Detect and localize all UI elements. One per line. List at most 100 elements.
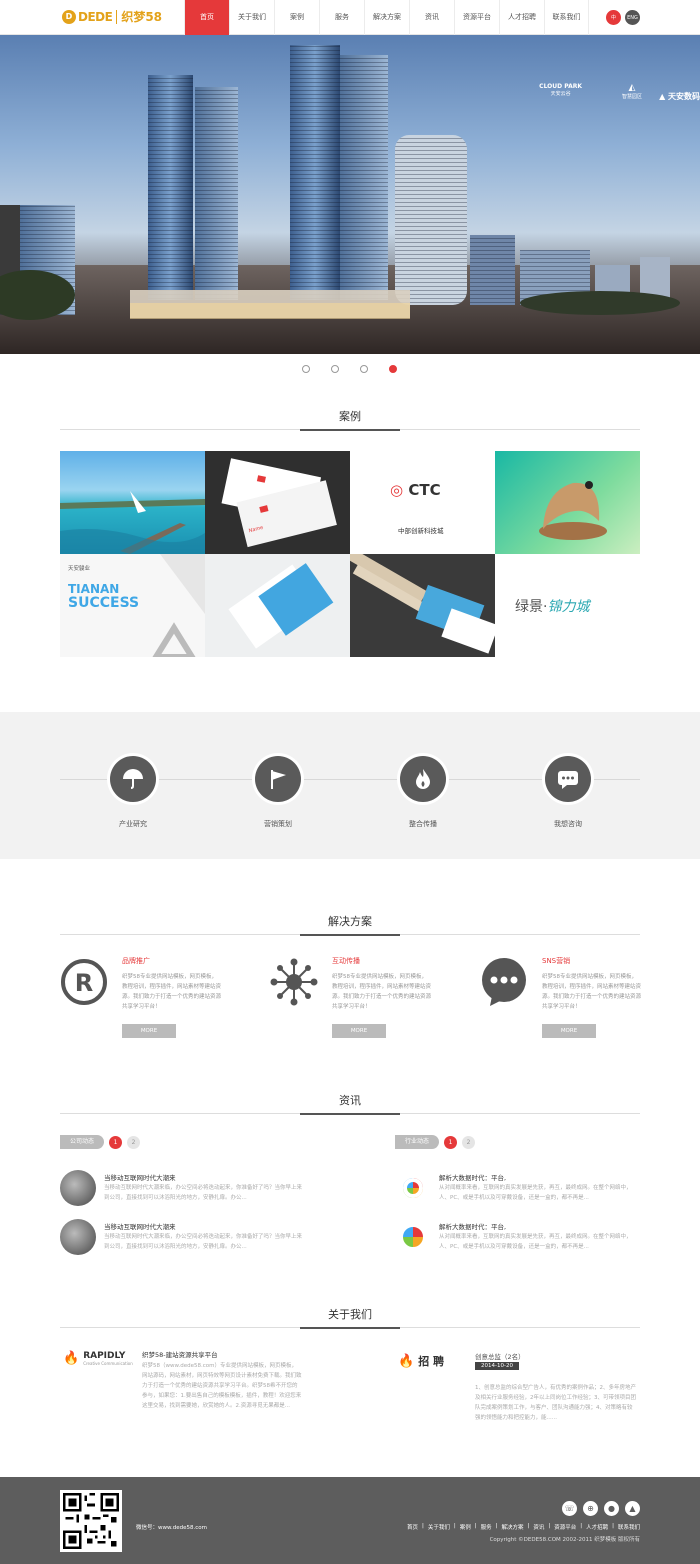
hero-banner[interactable]: CLOUD PARK 天安云谷 ◭ 智慧园区 ▲ 天安数码 (0, 35, 700, 354)
title-underline (300, 934, 400, 936)
page-2-button[interactable]: 2 (127, 1135, 141, 1149)
solutions-section-title: 解决方案 (60, 913, 640, 936)
lvjing-accent: 锦力城 (547, 599, 590, 615)
case-tile-ctc[interactable]: ◎ CTC 中部创新科技城 (350, 451, 495, 554)
job-title[interactable]: 创意总监（2名） (475, 1351, 525, 1361)
case-tile-lvjing[interactable]: 绿景·锦力城 (495, 554, 640, 657)
alibaba-icon[interactable]: ▲ (625, 1501, 640, 1516)
case-tile-cloud-cards[interactable] (205, 554, 350, 657)
logo-divider (116, 9, 118, 24)
slide-dot-3[interactable] (360, 365, 368, 373)
service-label: 整合传播 (409, 820, 437, 828)
nav-resources[interactable]: 资源平台 (454, 0, 499, 35)
news-item[interactable]: 解析大数据时代：平台, 从对闻概率来看，互联网的真实发展是先获，再互，最终成网。… (395, 1170, 655, 1210)
news-item[interactable]: 当移动互联网时代大潮来 当移动互联网时代大潮来临，办公空间必将迭动起来，你准备好… (60, 1170, 320, 1210)
news-thumbnail (395, 1170, 431, 1206)
service-marketing[interactable]: 营销策划 (238, 756, 318, 829)
page-2-button[interactable]: 2 (462, 1135, 476, 1149)
solution-title: 互动传播 (332, 957, 360, 965)
lang-zh-button[interactable]: 中 (606, 10, 621, 25)
solution-more-button[interactable]: MORE (332, 1024, 386, 1038)
tianan-triangle (152, 554, 205, 657)
footer-link-home[interactable]: 首页 (407, 1523, 418, 1531)
qq-icon[interactable]: ● (604, 1501, 619, 1516)
footer-link-jobs[interactable]: 人才招聘 (586, 1523, 608, 1531)
news-item[interactable]: 解析大数据时代：平台, 从对闻概率来看，互联网的真实发展是先获，再互，最终成网。… (395, 1219, 655, 1259)
solution-brand: R 品牌推广 织梦58专业提供网站模板，网页模板，教程培训，程序插件，网站素材等… (60, 956, 250, 1046)
nav-contact[interactable]: 联系我们 (544, 0, 589, 35)
case-tile-pier[interactable] (60, 451, 205, 554)
footer-link-about[interactable]: 关于我们 (428, 1523, 450, 1531)
ctc-logo: ◎ CTC (390, 481, 441, 499)
slide-dot-2[interactable] (331, 365, 339, 373)
nav-cases[interactable]: 案例 (274, 0, 319, 35)
svg-text:R: R (75, 969, 93, 997)
flag-icon (255, 756, 301, 802)
footer-link-contact[interactable]: 联系我们 (618, 1523, 640, 1531)
news-title[interactable]: 当移动互联网时代大潮来 (104, 1172, 176, 1182)
nav-home[interactable]: 首页 (184, 0, 229, 35)
page-1-button[interactable]: 1 (109, 1135, 123, 1149)
slide-dot-1[interactable] (302, 365, 310, 373)
solution-more-button[interactable]: MORE (542, 1024, 596, 1038)
about-title-text: 关于我们 (328, 1308, 372, 1321)
ctc-name: 中部创新科技城 (398, 527, 444, 535)
footer-link-resources[interactable]: 资源平台 (554, 1523, 576, 1531)
separator: | (612, 1523, 614, 1529)
solution-desc: 织梦58专业提供网站模板，网页模板，教程培训，程序插件，网站素材等建站资源。我们… (122, 974, 222, 1010)
about-company: 🔥 RAPIDLY Creative Communication 织梦58-建站… (60, 1347, 310, 1427)
case-tile-business-card[interactable]: Name (205, 451, 350, 554)
news-title[interactable]: 当移动互联网时代大潮来 (104, 1221, 176, 1231)
nav-jobs[interactable]: 人才招聘 (499, 0, 544, 35)
news-thumbnail (60, 1170, 96, 1206)
footer-link-cases[interactable]: 案例 (460, 1523, 471, 1531)
nav-solutions[interactable]: 解决方案 (364, 0, 409, 35)
separator: | (474, 1523, 477, 1529)
news-title[interactable]: 解析大数据时代：平台, (439, 1221, 506, 1231)
case-tile-tianan[interactable]: 天安骏业 TIANAN SUCCESS (60, 554, 205, 657)
nav-news[interactable]: 资讯 (409, 0, 454, 35)
news-title[interactable]: 解析大数据时代：平台, (439, 1172, 506, 1182)
recruit-logo: 🔥 招 聘 (398, 1353, 444, 1369)
slide-dot-4[interactable] (389, 365, 397, 373)
company-news-tab[interactable]: 公司动态 (60, 1135, 105, 1149)
service-consult[interactable]: 我想咨询 (528, 756, 608, 829)
weibo-icon[interactable]: ⊕ (583, 1501, 598, 1516)
ctc-logo-text: CTC (408, 481, 441, 499)
nav-about[interactable]: 关于我们 (229, 0, 274, 35)
service-label: 我想咨询 (554, 820, 582, 828)
industry-news-tab[interactable]: 行业动态 (395, 1135, 440, 1149)
rapidly-tagline: Creative Communication (83, 1361, 133, 1366)
footer-link-news[interactable]: 资讯 (533, 1523, 544, 1531)
solution-more-button[interactable]: MORE (122, 1024, 176, 1038)
about-section-title: 关于我们 (60, 1306, 640, 1329)
industry-news-header: 行业动态 1 2 (395, 1134, 476, 1150)
footer-nav: 首页 | 关于我们 | 案例 | 服务 | 解决方案 | 资讯 | 资源平台 |… (407, 1523, 640, 1531)
lang-en-button[interactable]: ENG (625, 10, 640, 25)
news-item[interactable]: 当移动互联网时代大潮来 当移动互联网时代大潮来临，办公空间必将迭动起来，你准备好… (60, 1219, 320, 1259)
tianan-brand: 天安数码 (668, 92, 700, 101)
cases-grid: Name ◎ CTC 中部创新科技城 天安骏业 TIANAN SUCCESS 绿… (60, 451, 640, 657)
about-recruit: 🔥 招 聘 创意总监（2名） 2014-10-20 1、创意总监的综合型广告人，… (395, 1347, 640, 1427)
phone-icon[interactable]: ☏ (562, 1501, 577, 1516)
nav-services[interactable]: 服务 (319, 0, 364, 35)
separator: | (495, 1523, 498, 1529)
service-communication[interactable]: 整合传播 (383, 756, 463, 829)
service-research[interactable]: 产业研究 (93, 756, 173, 829)
footer-link-solutions[interactable]: 解决方案 (501, 1523, 523, 1531)
news-section-title: 资讯 (60, 1092, 640, 1115)
site-logo[interactable]: D DEDE 织梦58 (62, 8, 162, 25)
title-underline (300, 1113, 400, 1115)
footer-link-services[interactable]: 服务 (481, 1523, 492, 1531)
page-1-button[interactable]: 1 (444, 1135, 458, 1149)
smartpark-mark: ◭ (628, 83, 636, 93)
news-desc: 当移动互联网时代大潮来临，办公空间必将迭动起来，你准备好了吗？当你早上来到公司，… (104, 1234, 303, 1250)
social-links: ☏ ⊕ ● ▲ (562, 1501, 640, 1516)
about-heading[interactable]: 织梦58-建站资源共享平台 (142, 1349, 218, 1359)
title-underline (300, 429, 400, 431)
about-desc: 织梦58（www.dede58.com）专业提供网站模板，网页模板，网站源码，网… (142, 1363, 302, 1409)
solution-title: 品牌推广 (122, 957, 150, 965)
case-tile-stationery[interactable] (350, 554, 495, 657)
solution-sns: SNS营销 织梦58专业提供网站模板，网页模板，教程培训，程序插件，网站素材等建… (480, 956, 670, 1046)
case-tile-chair[interactable] (495, 451, 640, 554)
